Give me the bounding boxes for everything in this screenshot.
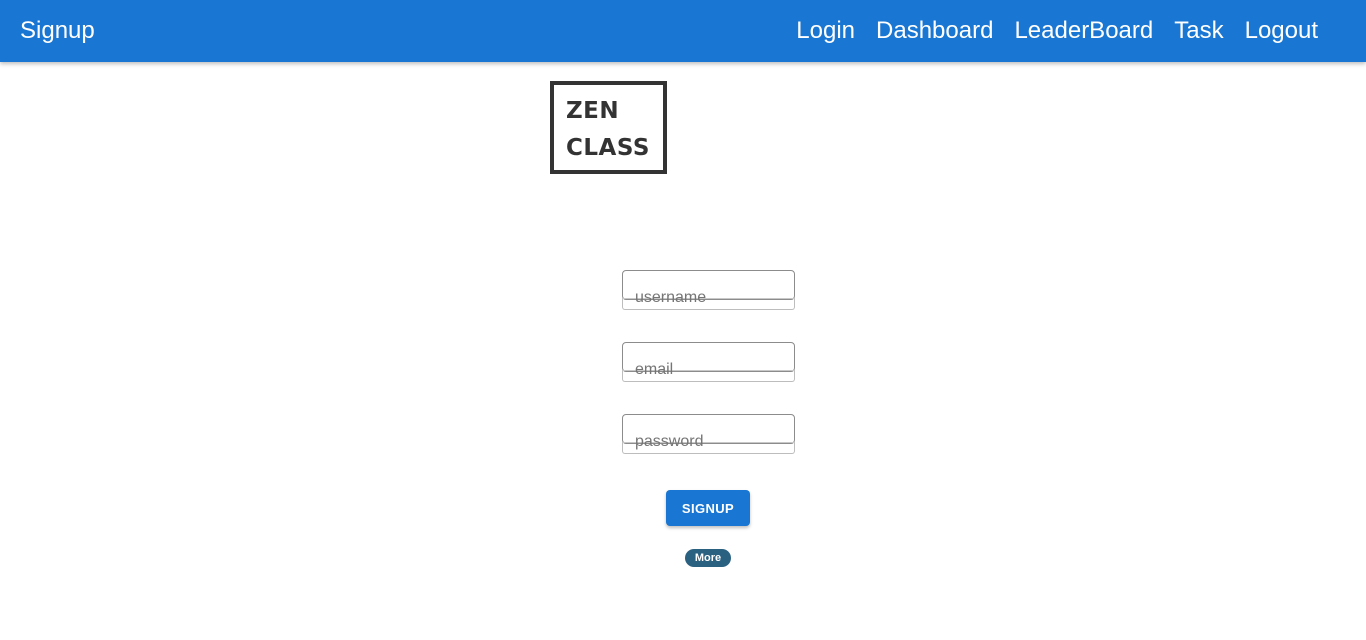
app-bar: Signup Login Dashboard LeaderBoard Task … — [0, 0, 1366, 62]
logo-line-1: ZEN — [566, 98, 620, 124]
nav-link-login[interactable]: Login — [796, 17, 855, 45]
nav-link-task[interactable]: Task — [1174, 17, 1223, 45]
more-button[interactable]: More — [685, 549, 731, 567]
page-title: Signup — [20, 17, 95, 44]
nav-link-dashboard[interactable]: Dashboard — [876, 17, 993, 45]
email-field — [622, 342, 795, 382]
password-field — [622, 414, 795, 454]
nav-link-logout[interactable]: Logout — [1245, 17, 1318, 45]
email-input[interactable] — [635, 360, 785, 380]
username-input[interactable] — [635, 288, 785, 308]
nav-menu: Login Dashboard LeaderBoard Task Logout — [796, 17, 1318, 45]
logo-line-2: CLASS — [566, 135, 650, 161]
signup-button[interactable]: SIGNUP — [666, 490, 750, 526]
password-input[interactable] — [635, 432, 785, 452]
nav-link-leaderboard[interactable]: LeaderBoard — [1014, 17, 1153, 45]
username-field — [622, 270, 795, 310]
zen-class-logo: ZEN CLASS — [550, 81, 667, 174]
